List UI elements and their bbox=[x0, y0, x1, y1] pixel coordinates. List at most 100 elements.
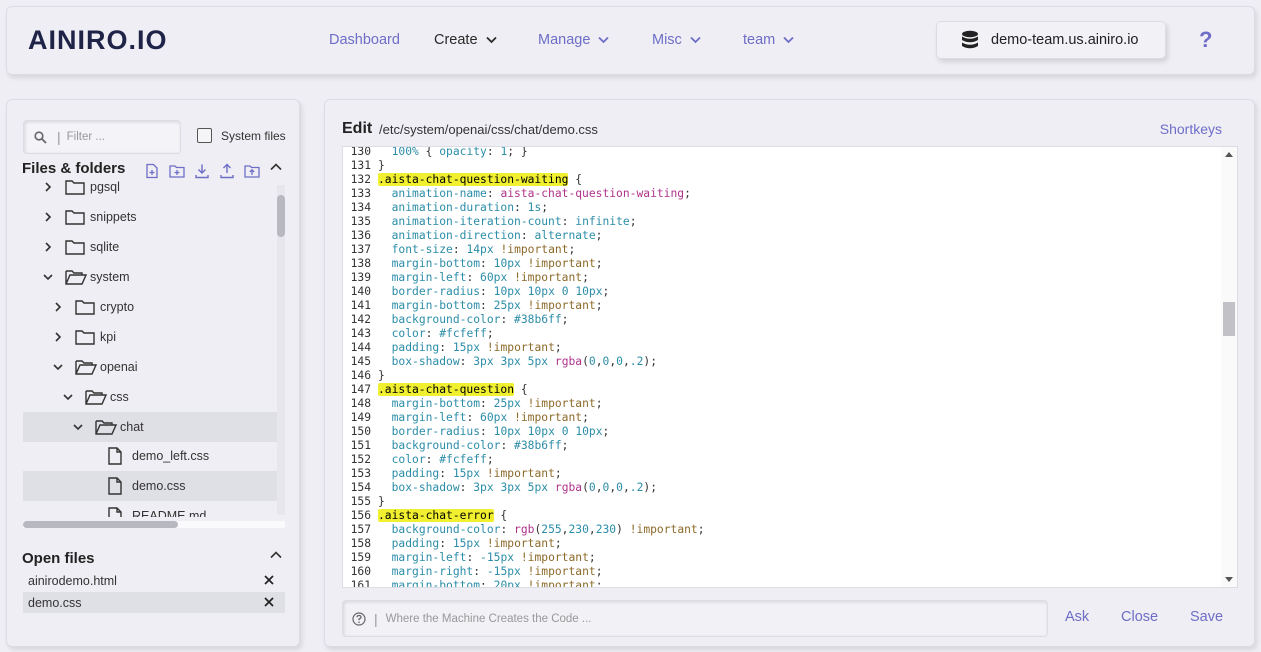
scrollbar-thumb[interactable] bbox=[277, 195, 285, 237]
nav-misc[interactable]: Misc bbox=[652, 32, 701, 48]
code-line[interactable]: 150 border-radius: 10px 10px 0 10px; bbox=[343, 425, 1221, 439]
line-text: margin-bottom: 25px !important; bbox=[391, 397, 603, 410]
open-file-item[interactable]: demo.css bbox=[23, 592, 285, 613]
code-line[interactable]: 158 padding: 15px !important; bbox=[343, 537, 1221, 551]
tree-file-readme[interactable]: README.md bbox=[23, 501, 277, 517]
chevron-up-icon[interactable] bbox=[270, 551, 282, 559]
editor-vertical-scrollbar[interactable] bbox=[1221, 147, 1237, 587]
tree-folder-chat[interactable]: chat bbox=[23, 412, 277, 442]
code-line[interactable]: 157 background-color: rgb(255,230,230) !… bbox=[343, 523, 1221, 537]
code-line[interactable]: 143 color: #fcfeff; bbox=[343, 327, 1221, 341]
new-file-icon[interactable] bbox=[144, 163, 160, 179]
close-button[interactable]: Close bbox=[1121, 609, 1158, 625]
filter-input[interactable]: | Filter ... bbox=[23, 120, 181, 154]
ask-placeholder: Where the Machine Creates the Code ... bbox=[385, 612, 592, 625]
system-files-toggle[interactable]: System files bbox=[197, 128, 286, 143]
code-line[interactable]: 153 padding: 15px !important; bbox=[343, 467, 1221, 481]
code-line[interactable]: 142 background-color: #38b6ff; bbox=[343, 313, 1221, 327]
tree-file-demo-left-css[interactable]: demo_left.css bbox=[23, 441, 277, 471]
nav-misc-label: Misc bbox=[652, 32, 682, 48]
code-line[interactable]: 161 margin-bottom: 20px !important; bbox=[343, 579, 1221, 588]
code-line[interactable]: 130 100% { opacity: 1; } bbox=[343, 147, 1221, 159]
help-button[interactable]: ? bbox=[1199, 27, 1212, 53]
ask-input[interactable]: | Where the Machine Creates the Code ... bbox=[342, 600, 1048, 637]
code-line[interactable]: 151 background-color: #38b6ff; bbox=[343, 439, 1221, 453]
nav-create[interactable]: Create bbox=[434, 32, 497, 48]
close-icon[interactable] bbox=[263, 574, 275, 586]
code-line[interactable]: 139 margin-left: 60px !important; bbox=[343, 271, 1221, 285]
tree-label: pgsql bbox=[90, 180, 120, 194]
line-text: margin-bottom: 20px !important; bbox=[391, 579, 603, 588]
code-line[interactable]: 149 margin-left: 60px !important; bbox=[343, 411, 1221, 425]
ask-button[interactable]: Ask bbox=[1065, 609, 1089, 625]
code-line[interactable]: 138 margin-bottom: 10px !important; bbox=[343, 257, 1221, 271]
nav-team[interactable]: team bbox=[743, 32, 794, 48]
code-line[interactable]: 140 border-radius: 10px 10px 0 10px; bbox=[343, 285, 1221, 299]
code-line[interactable]: 148 margin-bottom: 25px !important; bbox=[343, 397, 1221, 411]
tree-folder-crypto[interactable]: crypto bbox=[23, 292, 277, 322]
line-text: color: #fcfeff; bbox=[391, 327, 494, 340]
close-icon[interactable] bbox=[263, 596, 275, 608]
code-line[interactable]: 136 animation-direction: alternate; bbox=[343, 229, 1221, 243]
scrollbar-thumb[interactable] bbox=[1223, 302, 1235, 336]
tree-folder-sqlite[interactable]: sqlite bbox=[23, 232, 277, 262]
code-line[interactable]: 145 box-shadow: 3px 3px 5px rgba(0,0,0,.… bbox=[343, 355, 1221, 369]
chevron-right-icon bbox=[45, 242, 52, 252]
new-folder-icon[interactable] bbox=[169, 163, 185, 179]
code-line[interactable]: 133 animation-name: aista-chat-question-… bbox=[343, 187, 1221, 201]
open-file-item[interactable]: ainirodemo.html bbox=[23, 570, 285, 591]
line-number: 153 bbox=[350, 467, 371, 480]
code-line[interactable]: 160 margin-right: -15px !important; bbox=[343, 565, 1221, 579]
tree-label: crypto bbox=[100, 300, 135, 314]
tree-folder-system[interactable]: system bbox=[23, 262, 277, 292]
folder-open-icon bbox=[85, 390, 107, 405]
folder-icon bbox=[65, 180, 85, 195]
tree-folder-kpi[interactable]: kpi bbox=[23, 322, 277, 352]
code-line[interactable]: 144 padding: 15px !important; bbox=[343, 341, 1221, 355]
code-line[interactable]: 159 margin-left: -15px !important; bbox=[343, 551, 1221, 565]
scroll-down-arrow-icon[interactable] bbox=[1225, 577, 1233, 582]
chevron-down-icon bbox=[783, 36, 794, 44]
code-line[interactable]: 134 animation-duration: 1s; bbox=[343, 201, 1221, 215]
code-line[interactable]: 156 .aista-chat-error { bbox=[343, 509, 1221, 523]
code-line[interactable]: 135 animation-iteration-count: infinite; bbox=[343, 215, 1221, 229]
tree-folder-snippets[interactable]: snippets bbox=[23, 202, 277, 232]
tree-vertical-scrollbar[interactable] bbox=[277, 185, 285, 515]
code-line[interactable]: 152 color: #fcfeff; bbox=[343, 453, 1221, 467]
code-line[interactable]: 146} bbox=[343, 369, 1221, 383]
line-number: 134 bbox=[350, 201, 371, 214]
tree-folder-pgsql[interactable]: pgsql bbox=[23, 179, 277, 202]
line-text: padding: 15px !important; bbox=[391, 537, 562, 550]
code-line[interactable]: 147 .aista-chat-question { bbox=[343, 383, 1221, 397]
download-icon[interactable] bbox=[194, 163, 210, 179]
nav-dashboard[interactable]: Dashboard bbox=[329, 32, 400, 48]
code-line[interactable]: 132 .aista-chat-question-waiting { bbox=[343, 173, 1221, 187]
upload-folder-icon[interactable] bbox=[244, 163, 260, 179]
help-circle-icon bbox=[352, 611, 366, 626]
code-line[interactable]: 131} bbox=[343, 159, 1221, 173]
code-line[interactable]: 155} bbox=[343, 495, 1221, 509]
code-lines[interactable]: 130 100% { opacity: 1; } 131} 132 .aista-ch… bbox=[343, 147, 1221, 588]
tree-folder-openai[interactable]: openai bbox=[23, 352, 277, 382]
line-text: .aista-chat-question-waiting { bbox=[378, 173, 583, 186]
line-text: background-color: #38b6ff; bbox=[391, 313, 569, 326]
system-files-checkbox[interactable] bbox=[197, 128, 212, 143]
scrollbar-thumb[interactable] bbox=[23, 521, 178, 528]
tree-folder-css[interactable]: css bbox=[23, 382, 277, 412]
scroll-up-arrow-icon[interactable] bbox=[1225, 152, 1233, 157]
tree-file-demo-css[interactable]: demo.css bbox=[23, 471, 277, 501]
tree-horizontal-scrollbar[interactable] bbox=[23, 521, 285, 528]
nav-manage[interactable]: Manage bbox=[538, 32, 610, 48]
server-selector-button[interactable]: demo-team.us.ainiro.io bbox=[936, 21, 1166, 59]
ainiro-logo[interactable]: AINIRO.IO bbox=[28, 25, 200, 57]
code-line[interactable]: 154 box-shadow: 3px 3px 5px rgba(0,0,0,.… bbox=[343, 481, 1221, 495]
chevron-up-icon[interactable] bbox=[270, 163, 282, 171]
upload-icon[interactable] bbox=[219, 163, 235, 179]
line-number: 146 bbox=[350, 369, 371, 382]
shortkeys-link[interactable]: Shortkeys bbox=[1160, 121, 1222, 137]
code-line[interactable]: 141 margin-bottom: 25px !important; bbox=[343, 299, 1221, 313]
line-number: 160 bbox=[350, 565, 371, 578]
code-editor[interactable]: 130 100% { opacity: 1; } 131} 132 .aista-ch… bbox=[342, 146, 1238, 588]
code-line[interactable]: 137 font-size: 14px !important; bbox=[343, 243, 1221, 257]
save-button[interactable]: Save bbox=[1190, 609, 1223, 625]
